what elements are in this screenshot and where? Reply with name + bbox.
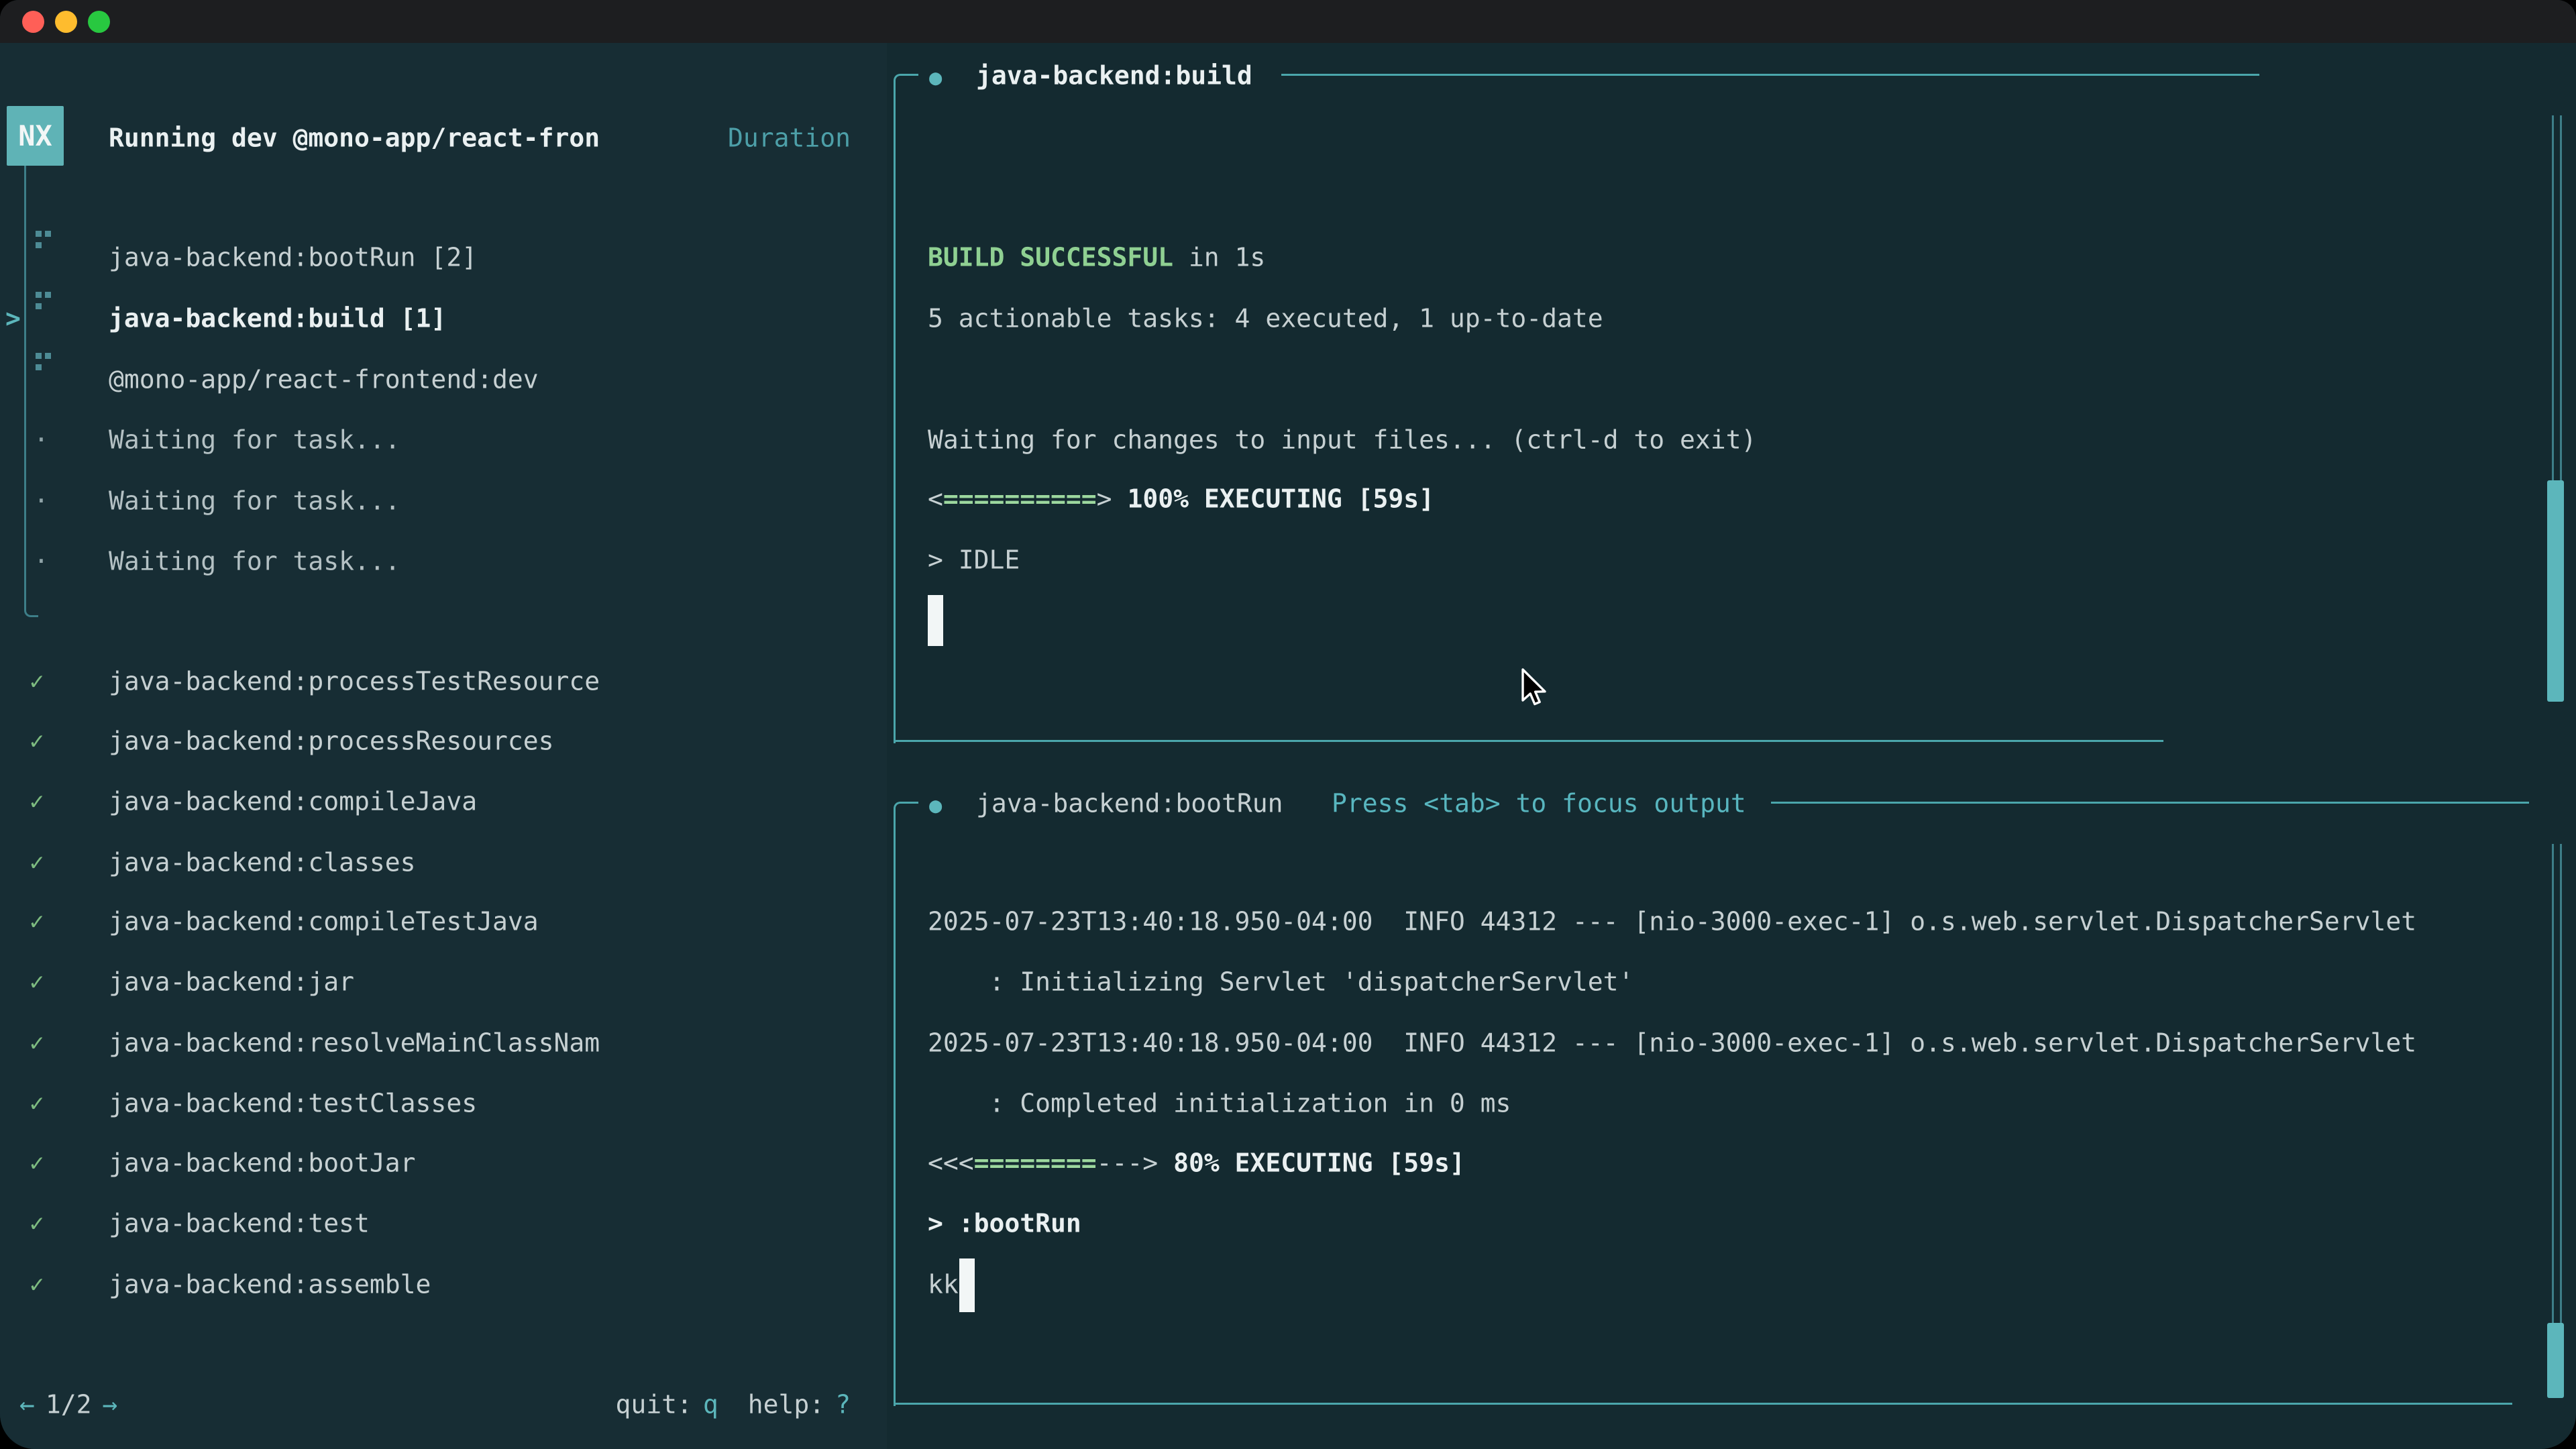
bootrun-panel-title: java-backend:bootRun (976, 788, 1283, 820)
task-row[interactable]: java-backend:testClasses (109, 1087, 477, 1120)
page-prev-arrow[interactable]: ← (19, 1389, 35, 1419)
waiting-changes-line: Waiting for changes to input files... (c… (928, 424, 1756, 456)
progress-fill: ========== (943, 484, 1097, 513)
progress-fill: ======== (974, 1148, 1097, 1177)
progress-label: 80% EXECUTING [59s] (1158, 1148, 1465, 1177)
minimize-window-button[interactable] (55, 11, 77, 33)
keyboard-hints: quit: q help:? (615, 1389, 851, 1421)
panel-border (894, 802, 918, 1406)
check-icon: ✓ (30, 727, 44, 757)
task-row[interactable]: java-backend:bootRun [2] (109, 241, 477, 274)
task-row[interactable]: java-backend:bootJar (109, 1147, 416, 1179)
tasks-summary-line: 5 actionable tasks: 4 executed, 1 up-to-… (928, 303, 1603, 335)
task-row[interactable]: java-backend:test (109, 1208, 370, 1240)
task-row[interactable]: java-backend:processResources (109, 725, 553, 757)
idle-status-line: > IDLE (928, 544, 1020, 576)
task-row[interactable]: java-backend:compileJava (109, 786, 477, 818)
waiting-dot-icon: · (34, 485, 49, 517)
titlebar (0, 0, 2576, 43)
task-row[interactable]: java-backend:classes (109, 847, 416, 879)
task-row[interactable]: java-backend:processTestResource (109, 665, 600, 698)
check-icon: ✓ (30, 787, 44, 817)
panel-border (894, 74, 918, 743)
log-line: 2025-07-23T13:40:18.950-04:00 INFO 44312… (928, 1027, 2416, 1059)
check-icon: ✓ (30, 907, 44, 937)
waiting-task-row: Waiting for task... (109, 545, 400, 578)
gradle-progress-bar: <<<========---> 80% EXECUTING [59s] (928, 1147, 1465, 1179)
waiting-dot-icon: · (34, 424, 49, 456)
stdin-input-text[interactable]: kk (928, 1269, 959, 1301)
panel-footer-line (894, 740, 2163, 742)
log-line: : Initializing Servlet 'dispatcherServle… (928, 966, 1633, 998)
panel-footer-line (894, 1403, 2512, 1405)
page-indicator: 1/2 (46, 1389, 92, 1419)
check-icon: ✓ (30, 967, 44, 998)
scrollbar-track[interactable] (2552, 844, 2562, 1381)
task-row[interactable]: @mono-app/react-frontend:dev (109, 364, 539, 396)
check-icon: ✓ (30, 1209, 44, 1239)
task-row[interactable]: java-backend:resolveMainClassNam (109, 1027, 600, 1059)
check-icon: ✓ (30, 1148, 44, 1179)
gradle-progress-bar: <==========> 100% EXECUTING [59s] (928, 483, 1434, 515)
gradle-task-line: > :bootRun (928, 1208, 1081, 1240)
build-panel-title: java-backend:build (976, 60, 1252, 92)
progress-close: ---> (1097, 1148, 1159, 1177)
mouse-cursor (1517, 668, 1547, 712)
waiting-dot-icon: · (34, 545, 49, 578)
check-icon: ✓ (30, 848, 44, 878)
check-icon: ✓ (30, 1089, 44, 1119)
spinner-icon (36, 353, 42, 359)
pagination: ← 1/2 → (19, 1389, 117, 1421)
quit-label: quit: (615, 1389, 692, 1419)
terminal-cursor (959, 1258, 975, 1312)
waiting-task-row: Waiting for task... (109, 485, 400, 517)
task-row[interactable]: java-backend:compileTestJava (109, 906, 539, 938)
task-dot-icon: ● (929, 64, 942, 91)
sidebar-title: Running dev @mono-app/react-fron (109, 122, 600, 154)
scrollbar-thumb[interactable] (2547, 1323, 2564, 1398)
log-line: : Completed initialization in 0 ms (928, 1087, 1511, 1120)
panel-header-line (1771, 802, 2529, 804)
spinner-icon (36, 292, 42, 298)
waiting-task-row: Waiting for task... (109, 424, 400, 456)
selected-chevron-icon: > (5, 303, 21, 335)
duration-column-header: Duration (728, 122, 851, 154)
page-next-arrow[interactable]: → (103, 1389, 118, 1419)
task-row[interactable]: java-backend:assemble (109, 1269, 431, 1301)
nx-logo: NX (7, 106, 64, 166)
terminal-cursor (928, 595, 943, 646)
progress-close: > (1097, 484, 1112, 513)
task-row[interactable]: java-backend:jar (109, 966, 354, 998)
zoom-window-button[interactable] (88, 11, 110, 33)
build-success-text: BUILD SUCCESSFUL (928, 242, 1173, 272)
check-icon: ✓ (30, 1270, 44, 1300)
app-window: NX Running dev @mono-app/react-fron Dura… (0, 0, 2576, 1449)
scrollbar-thumb[interactable] (2547, 480, 2564, 702)
check-icon: ✓ (30, 667, 44, 697)
task-dot-icon: ● (929, 792, 942, 818)
close-window-button[interactable] (22, 11, 44, 33)
help-label: help: (748, 1389, 824, 1419)
progress-open: <<< (928, 1148, 974, 1177)
build-result-line: BUILD SUCCESSFUL in 1s (928, 241, 1265, 274)
spinner-icon (36, 231, 42, 237)
build-success-suffix: in 1s (1173, 242, 1265, 272)
quit-key: q (703, 1389, 718, 1419)
focus-output-hint: Press <tab> to focus output (1332, 788, 1746, 820)
panel-header-line (1281, 74, 2259, 76)
progress-label: 100% EXECUTING [59s] (1112, 484, 1434, 513)
check-icon: ✓ (30, 1028, 44, 1059)
log-line: 2025-07-23T13:40:18.950-04:00 INFO 44312… (928, 906, 2416, 938)
task-row-selected[interactable]: java-backend:build [1] (109, 303, 446, 335)
progress-open: < (928, 484, 943, 513)
help-key: ? (835, 1389, 851, 1419)
